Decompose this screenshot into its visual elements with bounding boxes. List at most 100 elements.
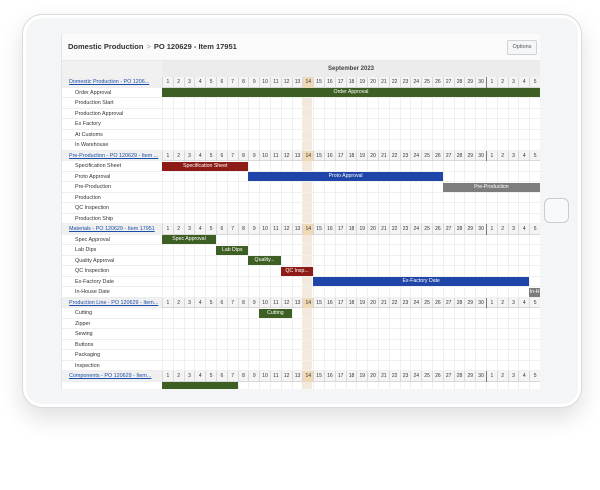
- day-header-cell: 16: [324, 371, 335, 382]
- day-header-cell: 7: [226, 77, 238, 88]
- day-header-cell: 15: [313, 224, 324, 235]
- gantt-bar[interactable]: Lab Dips: [216, 245, 249, 255]
- breadcrumb: Domestic Production > PO 120629 - Item 179…: [68, 42, 237, 51]
- breadcrumb-parent[interactable]: Domestic Production: [68, 42, 143, 51]
- gantt-bar[interactable]: Cutting: [259, 308, 292, 318]
- day-header-cell: 17: [334, 224, 346, 235]
- month-header: September 2023: [162, 61, 540, 78]
- day-header-cell: 5: [529, 224, 540, 235]
- day-header-cell: 22: [388, 77, 400, 88]
- day-header-cell: 26: [432, 224, 443, 235]
- day-header-cell: 17: [334, 77, 346, 88]
- day-header-cell: 5: [205, 224, 216, 235]
- day-header-cell: 15: [313, 371, 324, 382]
- group-link[interactable]: Production Line - PO 120629 - Item...: [62, 297, 162, 308]
- day-header-cell: 7: [226, 224, 238, 235]
- task-label: Buttons: [62, 340, 162, 350]
- day-header-cell: 16: [324, 77, 335, 88]
- day-header-cell: 21: [378, 77, 389, 88]
- day-header-row: 1 2 3 4 5 6 7 8 9 10 11 12 13 14 15 16 17 18 19 20 21 22 23 24 2…: [162, 77, 540, 88]
- day-header-cell: 13: [291, 224, 303, 235]
- day-header-row: 1 2 3 4 5 6 7 8 9 10 11 12 13 14 15 16 17 18 19 20 21 22 23 24 2…: [162, 297, 540, 308]
- gantt-bar[interactable]: Proto Approval: [248, 172, 443, 182]
- task-label: [62, 382, 162, 390]
- home-button[interactable]: [544, 198, 569, 223]
- day-header-cell: 2: [172, 150, 184, 161]
- day-header-cell: 11: [270, 150, 281, 161]
- options-button[interactable]: Options: [507, 40, 537, 55]
- day-header-cell: 4: [518, 371, 529, 382]
- day-header-cell: 16: [324, 224, 335, 235]
- day-header-cell: 20: [367, 224, 378, 235]
- gantt-bar[interactable]: Pre-Production: [442, 182, 540, 192]
- day-header-cell: 25: [421, 224, 432, 235]
- task-label: Production: [62, 193, 162, 203]
- day-header-cell: 24: [410, 77, 421, 88]
- gantt-bar[interactable]: Spec Approval: [162, 235, 216, 245]
- task-label: Order Approval: [62, 88, 162, 98]
- day-header-cell: 8: [237, 77, 249, 88]
- day-header-cell: 15: [313, 297, 324, 308]
- task-label: Sewing: [62, 329, 162, 340]
- task-label: QC Inspection: [62, 203, 162, 214]
- day-header-cell: 18: [345, 224, 357, 235]
- task-label: Zipper: [62, 319, 162, 329]
- day-header-cell: 3: [183, 297, 195, 308]
- day-header-row: 1 2 3 4 5 6 7 8 9 10 11 12 13 14 15 16 17 18 19 20 21 22 23 24 2…: [162, 150, 540, 161]
- group-link[interactable]: Materials - PO 120629 - Item 17951: [62, 224, 162, 235]
- day-header-cell: 4: [518, 224, 529, 235]
- gantt-bar[interactable]: Specification Sheet: [162, 161, 249, 171]
- day-header-cell: 11: [270, 224, 281, 235]
- group-link[interactable]: Domestic Production - PO 1206...: [62, 77, 162, 88]
- gantt-bar[interactable]: Order Approval: [162, 88, 540, 98]
- day-header-cell: 25: [421, 77, 432, 88]
- gantt-bar[interactable]: Quality...: [248, 256, 281, 266]
- day-header-cell: 4: [518, 297, 529, 308]
- day-header-cell: 14: [302, 224, 314, 235]
- task-row: [162, 235, 540, 245]
- day-header-cell: 2: [496, 371, 508, 382]
- breadcrumb-separator: >: [146, 42, 151, 51]
- day-header-cell: 10: [259, 224, 270, 235]
- group-link[interactable]: Components - PO 120629 - Item...: [62, 371, 162, 382]
- day-header-cell: 18: [345, 371, 357, 382]
- gantt-bar[interactable]: QC Insp...: [280, 266, 314, 276]
- gantt-bar[interactable]: [162, 382, 238, 389]
- group-link[interactable]: Pre-Production - PO 120629 - Item ...: [62, 150, 162, 161]
- day-header-cell: 8: [237, 150, 249, 161]
- day-header-cell: 6: [216, 224, 227, 235]
- task-row: [162, 130, 540, 140]
- task-row: [162, 329, 540, 340]
- day-header-cell: 13: [291, 371, 303, 382]
- day-header-cell: 23: [399, 371, 411, 382]
- day-header-cell: 17: [334, 297, 346, 308]
- day-header-cell: 25: [421, 150, 432, 161]
- task-row: [162, 119, 540, 130]
- task-row: [162, 266, 540, 277]
- day-header-cell: 29: [464, 224, 475, 235]
- day-header-cell: 2: [496, 297, 508, 308]
- task-label: Inspection: [62, 361, 162, 371]
- day-header-cell: 20: [367, 77, 378, 88]
- day-header-cell: 13: [291, 297, 303, 308]
- day-header-cell: 18: [345, 297, 357, 308]
- day-header-cell: 6: [216, 297, 227, 308]
- day-header-cell: 22: [388, 297, 400, 308]
- task-label: Production Ship: [62, 214, 162, 224]
- task-row: [162, 361, 540, 371]
- day-header-cell: 1: [162, 150, 173, 161]
- day-header-cell: 2: [172, 224, 184, 235]
- gantt-bar[interactable]: Ex-Factory Date: [313, 277, 530, 287]
- day-header-cell: 13: [291, 150, 303, 161]
- day-header-cell: 14: [302, 77, 314, 88]
- task-label: Packaging: [62, 350, 162, 361]
- day-header-cell: 1: [486, 371, 497, 382]
- day-header-cell: 26: [432, 150, 443, 161]
- day-header-cell: 3: [507, 224, 519, 235]
- day-header-cell: 21: [378, 224, 389, 235]
- gantt-bar[interactable]: In-H: [529, 287, 540, 297]
- day-header-cell: 8: [237, 371, 249, 382]
- day-header-cell: 1: [486, 224, 497, 235]
- day-header-cell: 27: [442, 371, 454, 382]
- day-header-cell: 8: [237, 224, 249, 235]
